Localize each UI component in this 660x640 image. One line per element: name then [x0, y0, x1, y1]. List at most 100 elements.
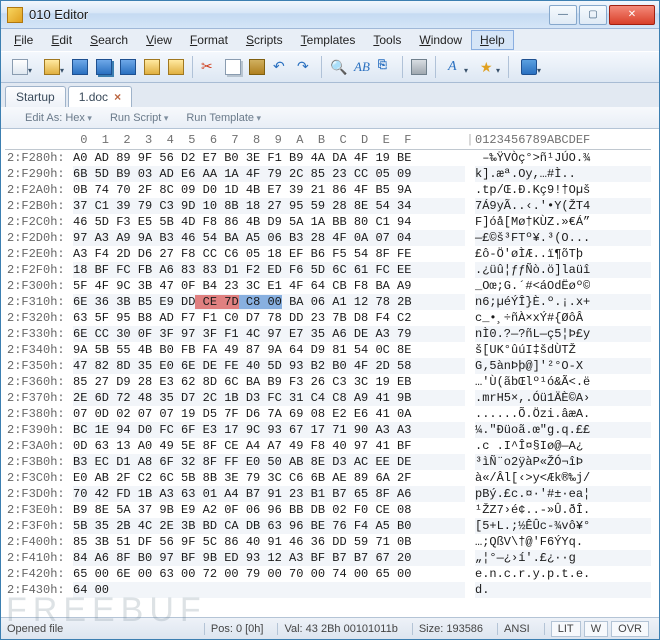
hex-row[interactable]: 2:F3D0h:70 42 FD 1B A3 63 01 A4 B7 91 23…	[5, 486, 651, 502]
hex-bytes[interactable]: B9 8E 5A 37 9B E9 A2 0F 06 96 BB DB 02 F…	[73, 502, 465, 518]
save-as-icon[interactable]	[117, 56, 139, 78]
calc-icon[interactable]	[514, 56, 544, 78]
hex-bytes[interactable]: 0D 63 13 A0 49 5E 8F CE A4 A7 49 F8 40 9…	[73, 438, 465, 454]
menu-format[interactable]: Format	[181, 30, 237, 50]
hex-rows[interactable]: 2:F280h:A0 AD 89 9F 56 D2 E7 B0 3E F1 B9…	[5, 150, 651, 598]
save-all-icon[interactable]	[93, 56, 115, 78]
hex-row[interactable]: 2:F430h:64 00 d.	[5, 582, 651, 598]
copy-icon[interactable]	[222, 56, 244, 78]
close-button[interactable]: ✕	[609, 5, 655, 25]
hex-ascii[interactable]: ¼."Ðüoã.œ"g.q.££	[475, 422, 651, 438]
subtool-0[interactable]: Edit As: Hex	[25, 112, 92, 124]
hex-ascii[interactable]: ¹ŽZ7›é¢..-»Û.ðÎ.	[475, 502, 651, 518]
hex-bytes[interactable]: 85 27 D9 28 E3 62 8D 6C BA B9 F3 26 C3 3…	[73, 374, 465, 390]
hex-ascii[interactable]: …;QßV\†@'F6ÝYq.	[475, 534, 651, 550]
paste-icon[interactable]	[246, 56, 268, 78]
tab-close-icon[interactable]: ×	[114, 90, 121, 104]
hex-ascii[interactable]: G‚5ànÞþ@]'²°O-X	[475, 358, 651, 374]
subtool-1[interactable]: Run Script	[110, 112, 168, 124]
hex-ascii[interactable]: …'Ù(ãbŒlº¹ó&Ã<.ë	[475, 374, 651, 390]
hex-ascii[interactable]: d.	[475, 582, 651, 598]
hex-row[interactable]: 2:F310h:6E 36 3B B5 E9 DD CE 7D C8 00 BA…	[5, 294, 651, 310]
tab-startup[interactable]: Startup	[5, 86, 66, 107]
hex-bytes[interactable]: 65 00 6E 00 63 00 72 00 79 00 70 00 74 0…	[73, 566, 465, 582]
hex-row[interactable]: 2:F320h:63 5F 95 B8 AD F7 F1 C0 D7 78 DD…	[5, 310, 651, 326]
hex-ascii[interactable]: n6;µéÝÎ}È.º.¡.x+	[475, 294, 651, 310]
minimize-button[interactable]: —	[549, 5, 577, 25]
hex-row[interactable]: 2:F3B0h:B3 EC D1 A8 6F 32 8F FF E0 50 AB…	[5, 454, 651, 470]
hex-row[interactable]: 2:F2E0h:A3 F4 2D D6 27 F8 CC C6 05 18 EF…	[5, 246, 651, 262]
hex-ascii[interactable]: .¿üû¦ƒƒÑò.ö]laüî	[475, 262, 651, 278]
hex-row[interactable]: 2:F410h:84 A6 8F B0 97 BF 9B ED 93 12 A3…	[5, 550, 651, 566]
hex-bytes[interactable]: 37 C1 39 79 C3 9D 10 8B 18 27 95 59 28 8…	[73, 198, 465, 214]
hex-row[interactable]: 2:F3C0h:E0 AB 2F C2 6C 5B 8B 3E 79 3C C6…	[5, 470, 651, 486]
hex-row[interactable]: 2:F340h:9A 5B 55 4B B0 FB FA 49 87 9A 64…	[5, 342, 651, 358]
subtool-2[interactable]: Run Template	[186, 112, 261, 124]
hex-bytes[interactable]: 18 BF FC FB A6 83 83 D1 F2 ED F6 5D 6C 6…	[73, 262, 465, 278]
status-flag-w[interactable]: W	[584, 621, 608, 637]
hex-bytes[interactable]: 5F 4F 9C 3B 47 0F B4 23 3C E1 4F 64 CB F…	[73, 278, 465, 294]
hex-ascii[interactable]: .c .I^Î¤§Iø@—A¿	[475, 438, 651, 454]
hex-row[interactable]: 2:F390h:BC 1E 94 D0 FC 6F E3 17 9C 93 67…	[5, 422, 651, 438]
menu-window[interactable]: Window	[410, 30, 471, 50]
hex-ascii[interactable]: 7Á9yÃ..‹.'•Y(ŽT4	[475, 198, 651, 214]
hex-bytes[interactable]: 9A 5B 55 4B B0 FB FA 49 87 9A 64 D9 81 5…	[73, 342, 465, 358]
menu-edit[interactable]: Edit	[42, 30, 81, 50]
hex-row[interactable]: 2:F280h:A0 AD 89 9F 56 D2 E7 B0 3E F1 B9…	[5, 150, 651, 166]
undo-icon[interactable]: ↶	[270, 56, 292, 78]
hex-ascii[interactable]: .tp/Œ.Ð.Kç9!†Oµš	[475, 182, 651, 198]
highlight-icon[interactable]: ★	[473, 56, 503, 78]
hex-row[interactable]: 2:F2F0h:18 BF FC FB A6 83 83 D1 F2 ED F6…	[5, 262, 651, 278]
hex-ascii[interactable]: [5+L.;½ÊÛc-¾vô¥°	[475, 518, 651, 534]
hex-bytes[interactable]: 46 5D F3 E5 5B 4D F8 86 4B D9 5A 1A BB 8…	[73, 214, 465, 230]
save-icon[interactable]	[69, 56, 91, 78]
hex-row[interactable]: 2:F360h:85 27 D9 28 E3 62 8D 6C BA B9 F3…	[5, 374, 651, 390]
hex-row[interactable]: 2:F400h:85 3B 51 DF 56 9F 5C 86 40 91 46…	[5, 534, 651, 550]
hex-row[interactable]: 2:F420h:65 00 6E 00 63 00 72 00 79 00 70…	[5, 566, 651, 582]
menu-file[interactable]: File	[5, 30, 42, 50]
status-flag-lit[interactable]: LIT	[551, 621, 581, 637]
hex-row[interactable]: 2:F2B0h:37 C1 39 79 C3 9D 10 8B 18 27 95…	[5, 198, 651, 214]
hex-row[interactable]: 2:F2C0h:46 5D F3 E5 5B 4D F8 86 4B D9 5A…	[5, 214, 651, 230]
hex-row[interactable]: 2:F330h:6E CC 30 0F 3F 97 3F F1 4C 97 E7…	[5, 326, 651, 342]
hex-bytes[interactable]: 0B 74 70 2F 8C 09 D0 1D 4B E7 39 21 86 4…	[73, 182, 465, 198]
menu-tools[interactable]: Tools	[364, 30, 410, 50]
hex-bytes[interactable]: 47 82 8D 35 E0 6E DE FE 40 5D 93 B2 B0 4…	[73, 358, 465, 374]
hex-bytes[interactable]: 70 42 FD 1B A3 63 01 A4 B7 91 23 B1 B7 6…	[73, 486, 465, 502]
hex-icon[interactable]: ⎘	[375, 56, 397, 78]
font-icon[interactable]: A	[441, 56, 471, 78]
hex-bytes[interactable]: 97 A3 A9 9A B3 46 54 BA A5 06 B3 28 4F 0…	[73, 230, 465, 246]
hex-bytes[interactable]: E0 AB 2F C2 6C 5B 8B 3E 79 3C C6 6B AE 8…	[73, 470, 465, 486]
hex-ascii[interactable]: e.n.c.r.y.p.t.e.	[475, 566, 651, 582]
hex-ascii[interactable]: ......Õ.Özi.âæA.	[475, 406, 651, 422]
hex-bytes[interactable]: 6E CC 30 0F 3F 97 3F F1 4C 97 E7 35 A6 D…	[73, 326, 465, 342]
hex-ascii[interactable]: ³ìÑ¨o2ÿàP«ŽÓ¬îÞ	[475, 454, 651, 470]
hex-row[interactable]: 2:F2A0h:0B 74 70 2F 8C 09 D0 1D 4B E7 39…	[5, 182, 651, 198]
hex-bytes[interactable]: 07 0D 02 07 07 19 D5 7F D6 7A 69 08 E2 E…	[73, 406, 465, 422]
hex-row[interactable]: 2:F290h:6B 5D B9 03 AD E6 AA 1A 4F 79 2C…	[5, 166, 651, 182]
hex-row[interactable]: 2:F380h:07 0D 02 07 07 19 D5 7F D6 7A 69…	[5, 406, 651, 422]
hex-ascii[interactable]: F]óå[Mø†KÙZ.»€Á”	[475, 214, 651, 230]
tab-doc[interactable]: 1.doc×	[68, 86, 132, 107]
menu-view[interactable]: View	[137, 30, 181, 50]
hex-bytes[interactable]: 84 A6 8F B0 97 BF 9B ED 93 12 A3 BF B7 B…	[73, 550, 465, 566]
hex-ascii[interactable]: k].­æª.Oy,…#Ì..	[475, 166, 651, 182]
hex-ascii[interactable]: —£©š³FTº¥.³(O...	[475, 230, 651, 246]
open-icon[interactable]	[37, 56, 67, 78]
hex-ascii[interactable]: .mrH5×,.Óü1ÄÈ©A›	[475, 390, 651, 406]
hex-row[interactable]: 2:F3A0h:0D 63 13 A0 49 5E 8F CE A4 A7 49…	[5, 438, 651, 454]
hex-bytes[interactable]: 6B 5D B9 03 AD E6 AA 1A 4F 79 2C 85 23 C…	[73, 166, 465, 182]
hex-ascii[interactable]: _Oœ;G.´#<áOdËøº©	[475, 278, 651, 294]
hex-bytes[interactable]: 5B 35 2B 4C 2E 3B BD CA DB 63 96 BE 76 F…	[73, 518, 465, 534]
search-icon[interactable]: 🔍	[327, 56, 349, 78]
open-folder2-icon[interactable]	[165, 56, 187, 78]
maximize-button[interactable]: ▢	[579, 5, 607, 25]
hex-editor[interactable]: 0 1 2 3 4 5 6 7 8 9 A B C D E F | 012345…	[1, 129, 659, 617]
menu-templates[interactable]: Templates	[292, 30, 365, 50]
hex-bytes[interactable]: 85 3B 51 DF 56 9F 5C 86 40 91 46 36 DD 5…	[73, 534, 465, 550]
hex-ascii[interactable]: c_•¸­÷ñÀ×xÝ#{ØôÂ	[475, 310, 651, 326]
menu-scripts[interactable]: Scripts	[237, 30, 292, 50]
hex-ascii[interactable]: –‰ŸVÒç°>ñ¹JÚO.¾	[475, 150, 651, 166]
hex-bytes[interactable]: BC 1E 94 D0 FC 6F E3 17 9C 93 67 17 71 9…	[73, 422, 465, 438]
hex-bytes[interactable]: 63 5F 95 B8 AD F7 F1 C0 D7 78 DD 23 7B D…	[73, 310, 465, 326]
